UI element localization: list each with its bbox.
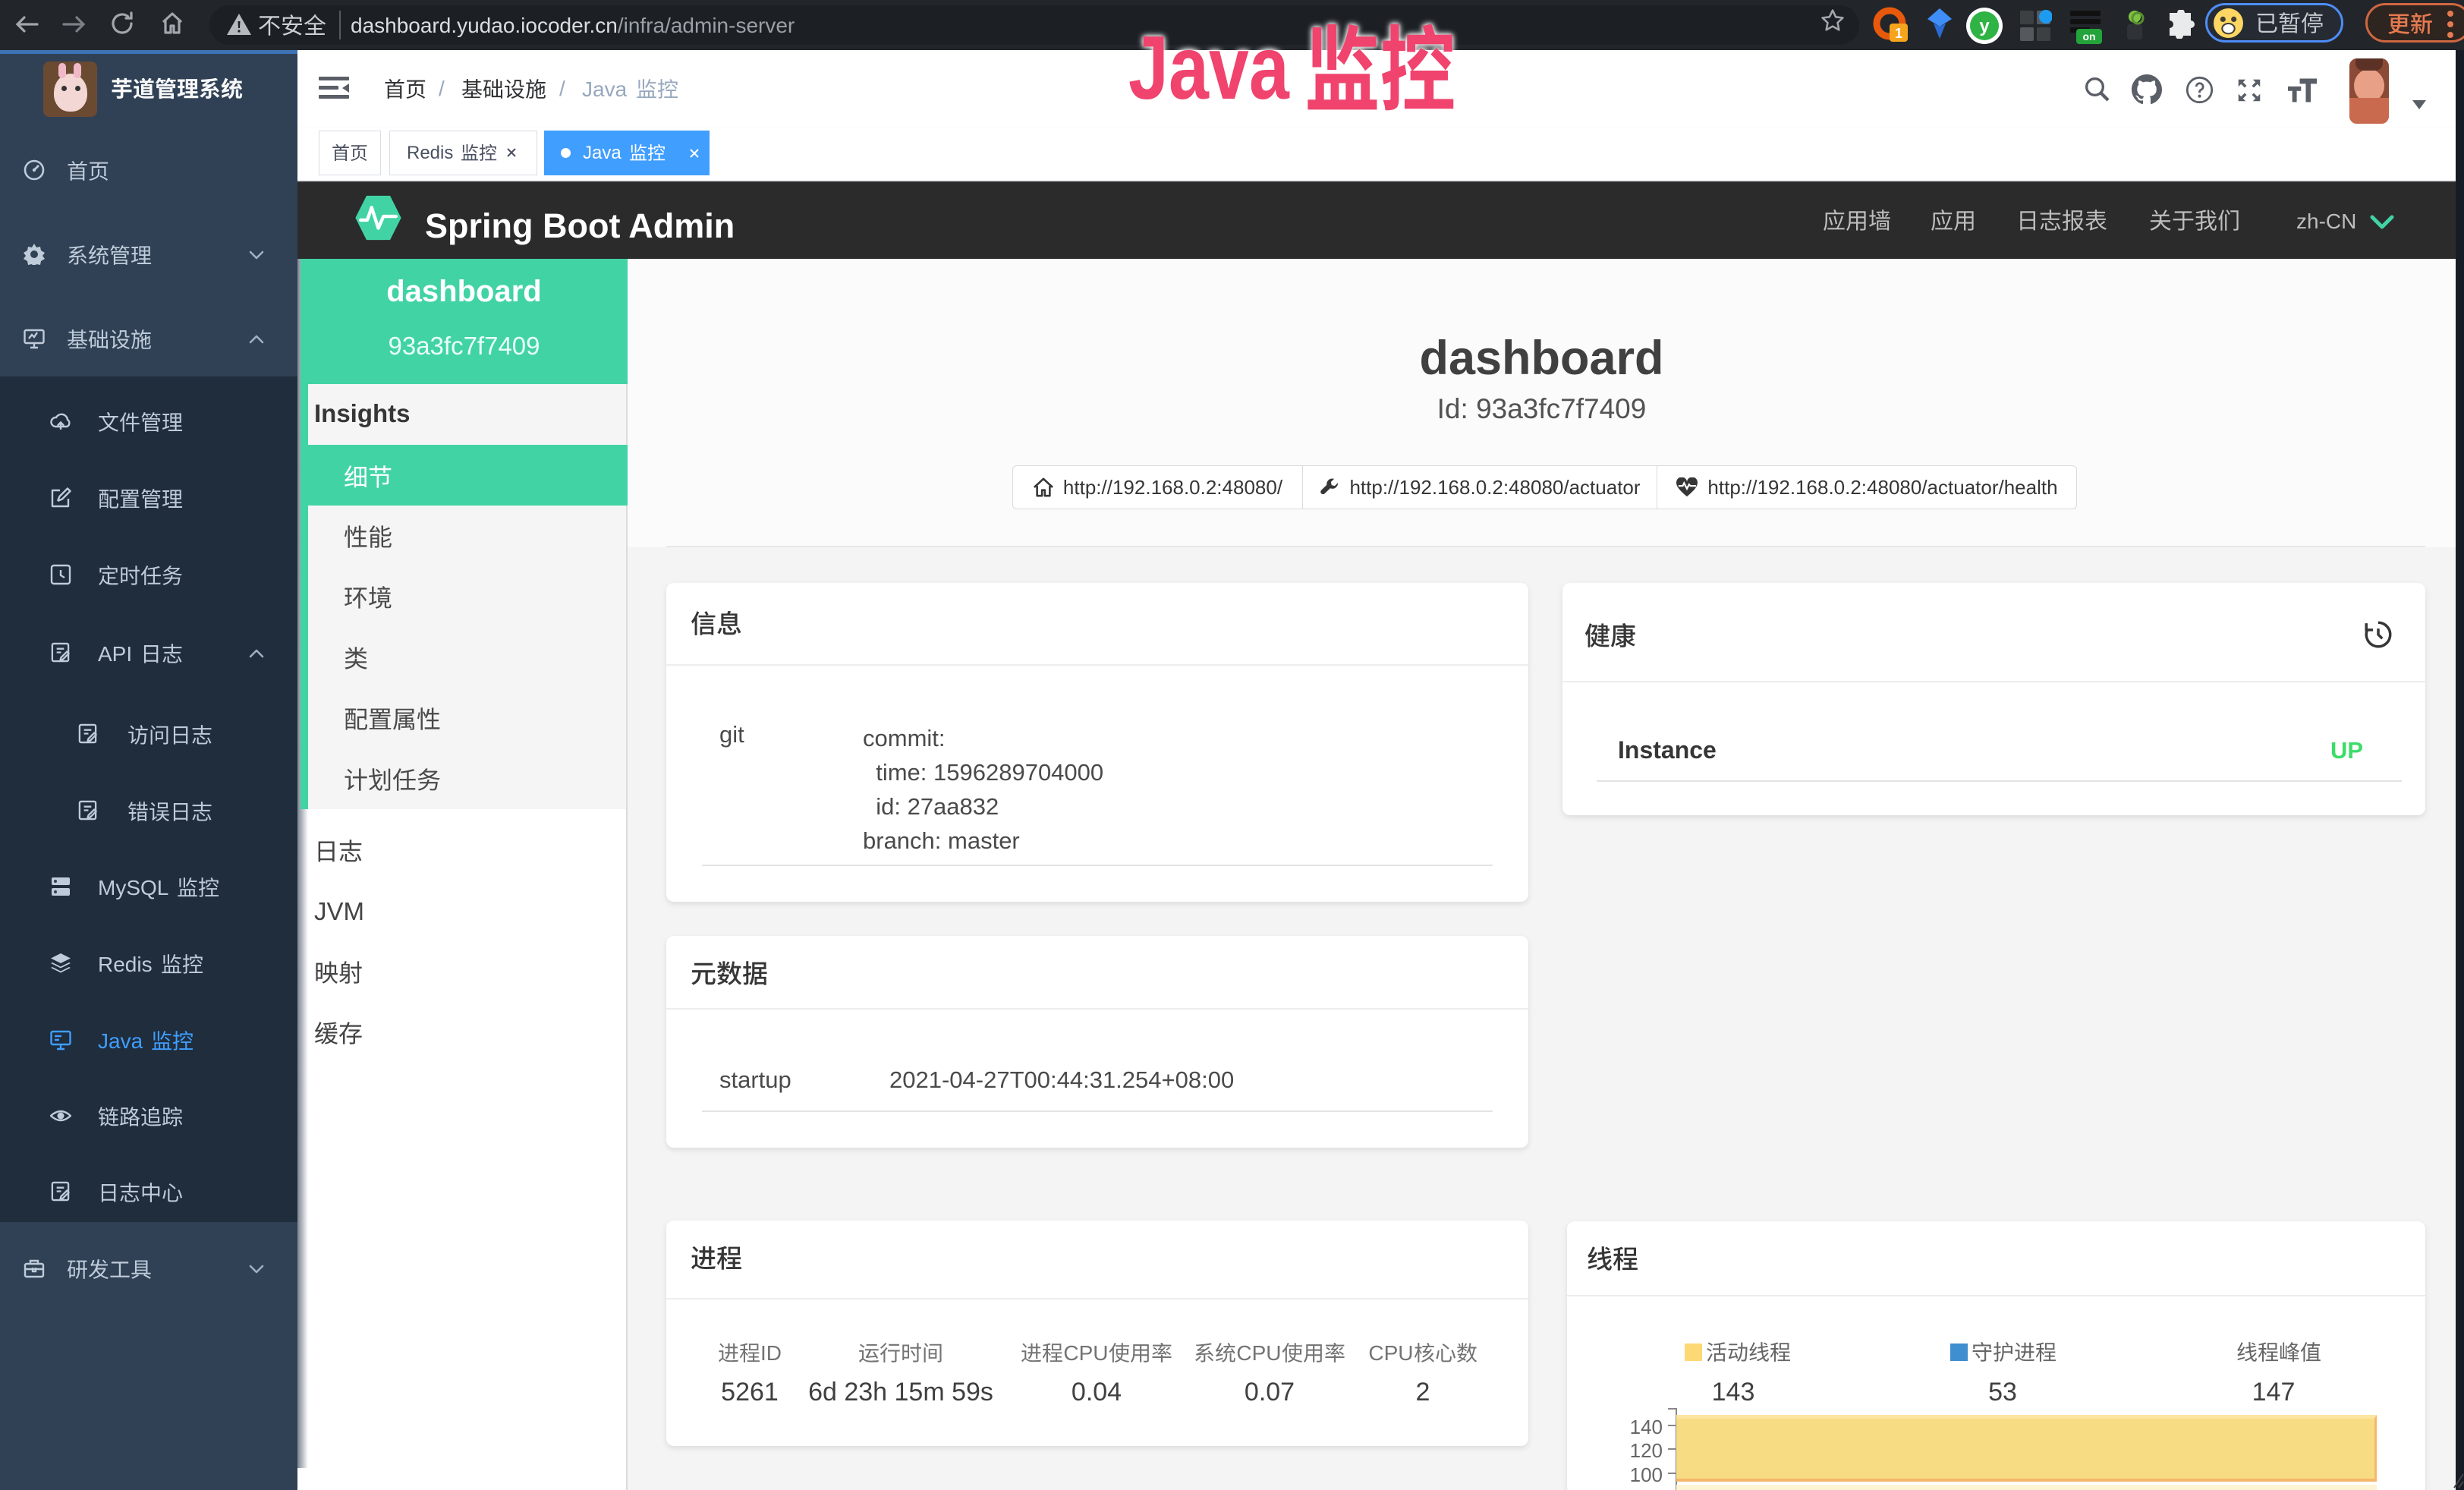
svg-text:y: y xyxy=(1979,16,1990,36)
svg-text:on: on xyxy=(2082,30,2095,43)
svg-text:1: 1 xyxy=(1895,26,1902,41)
